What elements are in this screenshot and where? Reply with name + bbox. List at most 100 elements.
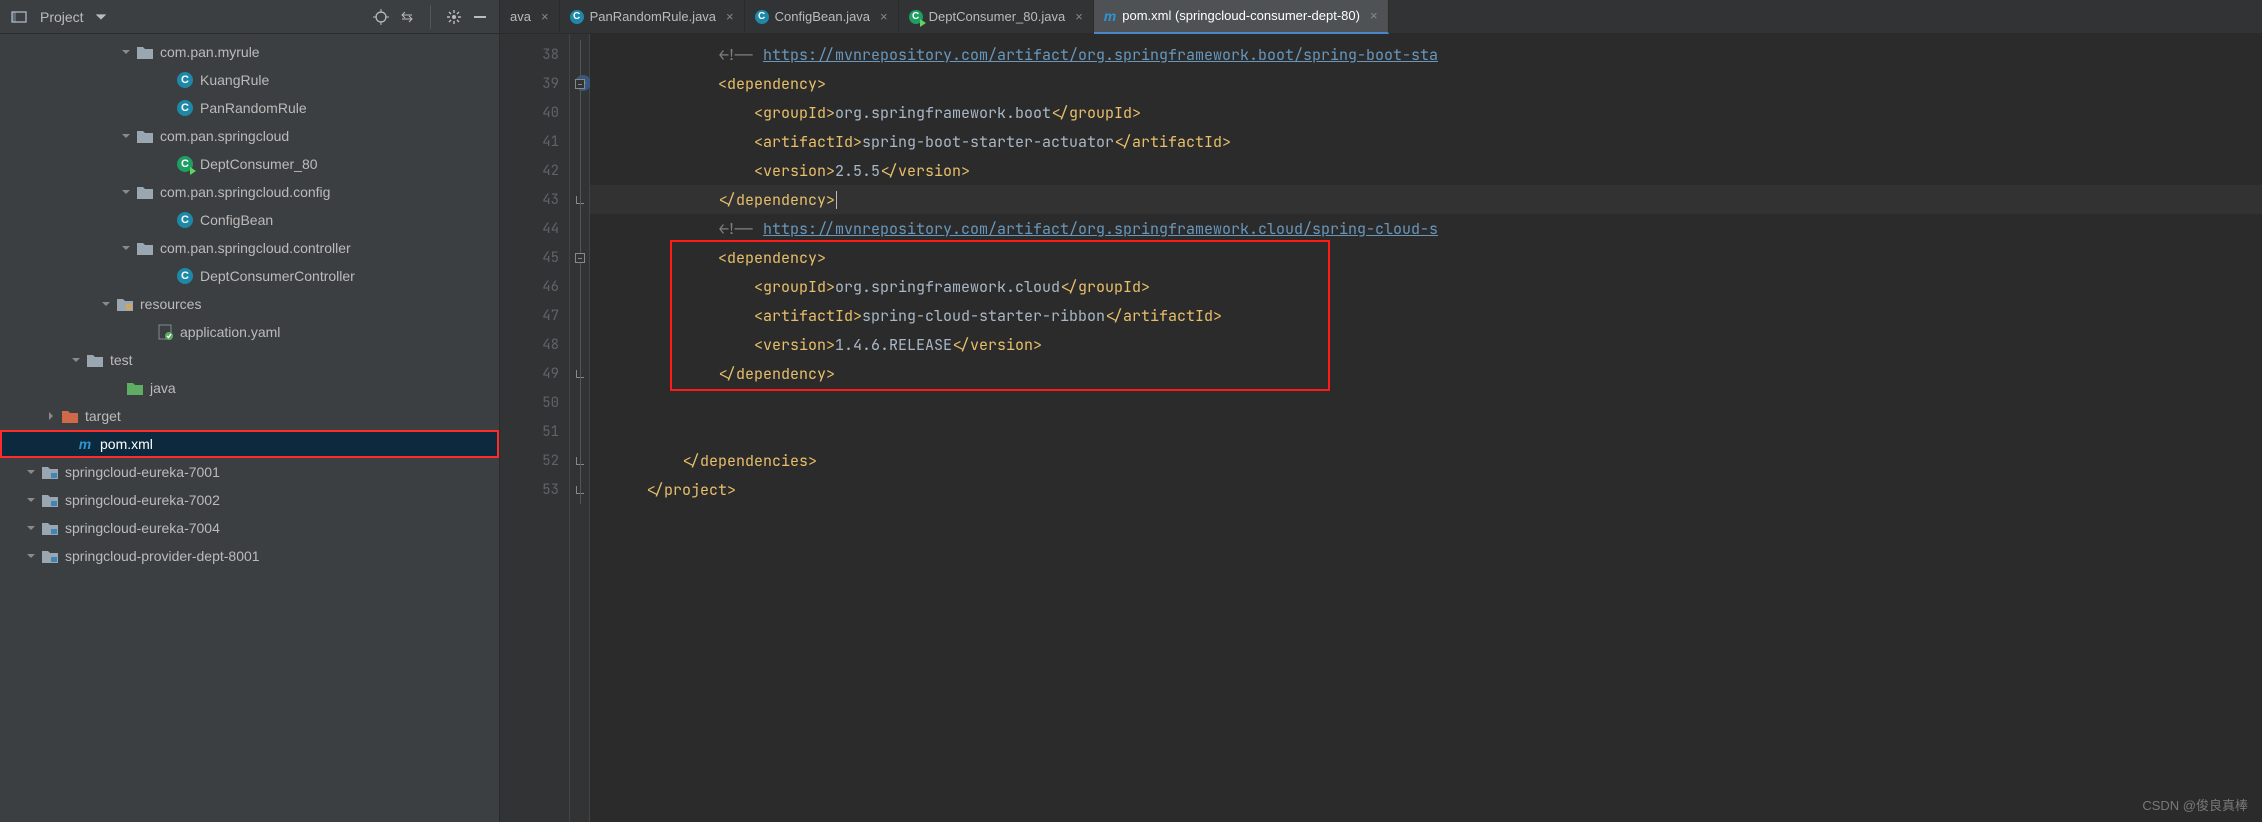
- tree-item[interactable]: springcloud-provider-dept-8001: [0, 542, 499, 570]
- close-icon[interactable]: ×: [880, 9, 888, 24]
- tree-item[interactable]: CKuangRule: [0, 66, 499, 94]
- project-dropdown-icon[interactable]: [92, 8, 110, 26]
- fold-marker[interactable]: [570, 214, 589, 243]
- line-number[interactable]: 38: [500, 40, 569, 69]
- tree-item[interactable]: CDeptConsumer_80: [0, 150, 499, 178]
- tree-item-label: springcloud-eureka-7004: [65, 520, 220, 536]
- tree-item[interactable]: test: [0, 346, 499, 374]
- tree-item[interactable]: mpom.xml: [0, 430, 499, 458]
- code-line[interactable]: <groupId>org.springframework.cloud</grou…: [590, 272, 2262, 301]
- collapse-icon[interactable]: [398, 8, 416, 26]
- line-number[interactable]: 46: [500, 272, 569, 301]
- line-number[interactable]: 44: [500, 214, 569, 243]
- fold-marker[interactable]: [570, 272, 589, 301]
- code-line[interactable]: <artifactId>spring-cloud-starter-ribbon<…: [590, 301, 2262, 330]
- code-line[interactable]: <dependency>: [590, 243, 2262, 272]
- expand-arrow-icon[interactable]: [70, 354, 82, 366]
- expand-arrow-icon[interactable]: [25, 494, 37, 506]
- expand-arrow-icon[interactable]: [45, 410, 57, 422]
- fold-marker[interactable]: [570, 301, 589, 330]
- fold-marker[interactable]: [570, 69, 589, 98]
- close-icon[interactable]: ×: [1075, 9, 1083, 24]
- expand-arrow-icon[interactable]: [100, 298, 112, 310]
- editor-tab[interactable]: CDeptConsumer_80.java×: [899, 0, 1094, 34]
- code-line[interactable]: <dependency>: [590, 69, 2262, 98]
- line-number[interactable]: 53: [500, 475, 569, 504]
- expand-arrow-icon[interactable]: [120, 46, 132, 58]
- code-line[interactable]: </dependencies>: [590, 446, 2262, 475]
- code-line[interactable]: <!-- https://mvnrepository.com/artifact/…: [590, 40, 2262, 69]
- tree-item[interactable]: resources: [0, 290, 499, 318]
- line-gutter[interactable]: 38394041424344454647484950515253: [500, 34, 570, 822]
- editor-tab[interactable]: CPanRandomRule.java×: [560, 0, 745, 34]
- line-number[interactable]: 39: [500, 69, 569, 98]
- code-line[interactable]: </dependency>: [590, 359, 2262, 388]
- fold-marker[interactable]: [570, 417, 589, 446]
- fold-marker[interactable]: [570, 185, 589, 214]
- line-number[interactable]: 45: [500, 243, 569, 272]
- expand-arrow-icon[interactable]: [25, 550, 37, 562]
- tree-item[interactable]: CPanRandomRule: [0, 94, 499, 122]
- editor-tab[interactable]: CConfigBean.java×: [745, 0, 899, 34]
- close-icon[interactable]: ×: [541, 9, 549, 24]
- close-icon[interactable]: ×: [726, 9, 734, 24]
- tree-item[interactable]: com.pan.myrule: [0, 38, 499, 66]
- tree-item[interactable]: CConfigBean: [0, 206, 499, 234]
- line-number[interactable]: 48: [500, 330, 569, 359]
- fold-marker[interactable]: [570, 40, 589, 69]
- line-number[interactable]: 41: [500, 127, 569, 156]
- fold-marker[interactable]: [570, 388, 589, 417]
- editor-tab[interactable]: ava×: [500, 0, 560, 34]
- fold-column[interactable]: [570, 34, 590, 822]
- tree-item[interactable]: springcloud-eureka-7004: [0, 514, 499, 542]
- gear-icon[interactable]: [445, 8, 463, 26]
- tree-item[interactable]: com.pan.springcloud.config: [0, 178, 499, 206]
- locate-icon[interactable]: [372, 8, 390, 26]
- editor-tab[interactable]: mpom.xml (springcloud-consumer-dept-80)×: [1094, 0, 1389, 34]
- expand-arrow-icon[interactable]: [25, 522, 37, 534]
- line-number[interactable]: 42: [500, 156, 569, 185]
- line-number[interactable]: 43: [500, 185, 569, 214]
- expand-arrow-icon[interactable]: [120, 130, 132, 142]
- fold-marker[interactable]: [570, 127, 589, 156]
- line-number[interactable]: 49: [500, 359, 569, 388]
- project-title: Project: [40, 9, 84, 25]
- project-tree[interactable]: com.pan.myruleCKuangRuleCPanRandomRuleco…: [0, 34, 499, 822]
- hide-icon[interactable]: [471, 8, 489, 26]
- code-line[interactable]: <!-- https://mvnrepository.com/artifact/…: [590, 214, 2262, 243]
- fold-marker[interactable]: [570, 98, 589, 127]
- code-editor[interactable]: <!-- https://mvnrepository.com/artifact/…: [590, 34, 2262, 822]
- code-line[interactable]: <artifactId>spring-boot-starter-actuator…: [590, 127, 2262, 156]
- tree-item[interactable]: java: [0, 374, 499, 402]
- expand-arrow-icon[interactable]: [120, 242, 132, 254]
- code-line[interactable]: </dependency>: [590, 185, 2262, 214]
- line-number[interactable]: 52: [500, 446, 569, 475]
- code-line[interactable]: <version>1.4.6.RELEASE</version>: [590, 330, 2262, 359]
- tree-item-label: springcloud-provider-dept-8001: [65, 548, 260, 564]
- code-line[interactable]: <version>2.5.5</version>: [590, 156, 2262, 185]
- line-number[interactable]: 51: [500, 417, 569, 446]
- code-line[interactable]: </project>: [590, 475, 2262, 504]
- tree-item[interactable]: springcloud-eureka-7001: [0, 458, 499, 486]
- tree-item[interactable]: com.pan.springcloud: [0, 122, 499, 150]
- code-line[interactable]: [590, 417, 2262, 446]
- tree-item[interactable]: springcloud-eureka-7002: [0, 486, 499, 514]
- code-line[interactable]: <groupId>org.springframework.boot</group…: [590, 98, 2262, 127]
- tree-item[interactable]: CDeptConsumerController: [0, 262, 499, 290]
- tree-item[interactable]: target: [0, 402, 499, 430]
- fold-marker[interactable]: [570, 156, 589, 185]
- fold-marker[interactable]: [570, 359, 589, 388]
- close-icon[interactable]: ×: [1370, 8, 1378, 23]
- fold-marker[interactable]: [570, 475, 589, 504]
- tree-item[interactable]: application.yaml: [0, 318, 499, 346]
- tree-item[interactable]: com.pan.springcloud.controller: [0, 234, 499, 262]
- line-number[interactable]: 50: [500, 388, 569, 417]
- fold-marker[interactable]: [570, 330, 589, 359]
- fold-marker[interactable]: [570, 446, 589, 475]
- expand-arrow-icon[interactable]: [25, 466, 37, 478]
- code-line[interactable]: [590, 388, 2262, 417]
- fold-marker[interactable]: [570, 243, 589, 272]
- expand-arrow-icon[interactable]: [120, 186, 132, 198]
- line-number[interactable]: 47: [500, 301, 569, 330]
- line-number[interactable]: 40: [500, 98, 569, 127]
